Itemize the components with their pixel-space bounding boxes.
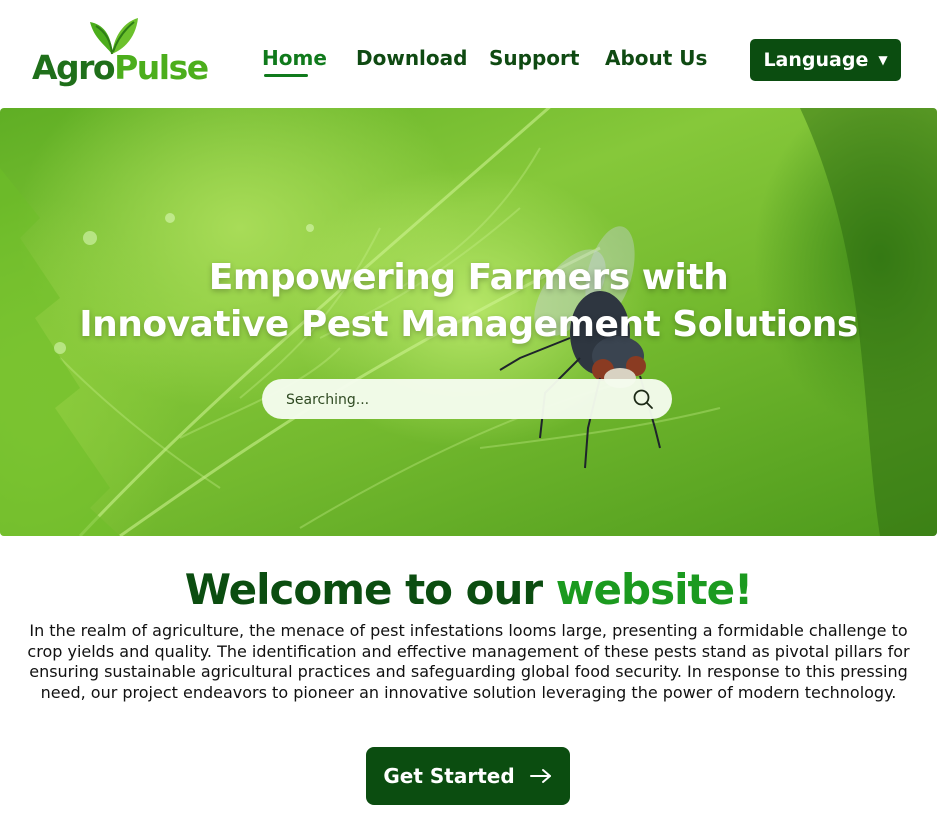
arrow-right-icon xyxy=(529,769,551,783)
welcome-title-part2: website! xyxy=(555,565,753,614)
welcome-title: Welcome to our website! xyxy=(0,563,937,617)
get-started-button[interactable]: Get Started xyxy=(366,747,570,805)
language-label: Language xyxy=(763,49,869,71)
brand-name-part2: Pulse xyxy=(114,48,209,87)
nav-home[interactable]: Home xyxy=(262,44,327,77)
search-icon[interactable] xyxy=(632,388,654,410)
nav-download[interactable]: Download xyxy=(356,44,467,74)
search-bar xyxy=(262,379,672,419)
caret-down-icon: ▼ xyxy=(878,53,888,67)
logo[interactable]: AgroPulse xyxy=(32,8,209,88)
page: AgroPulse Home Download Support About Us… xyxy=(0,0,937,824)
language-button[interactable]: Language ▼ xyxy=(750,39,901,81)
welcome-title-part1: Welcome to our xyxy=(184,565,543,614)
hero-title-line1: Empowering Farmers with xyxy=(208,257,729,298)
brand-name-part1: Agro xyxy=(32,48,116,87)
welcome-description: In the realm of agriculture, the menace … xyxy=(27,621,910,702)
hero-banner: Empowering Farmers with Innovative Pest … xyxy=(0,108,937,536)
hero-title-line2: Innovative Pest Management Solutions xyxy=(79,304,858,345)
get-started-label: Get Started xyxy=(383,764,515,788)
nav-support[interactable]: Support xyxy=(489,44,579,74)
site-header: AgroPulse Home Download Support About Us… xyxy=(0,0,937,108)
hero-title: Empowering Farmers with Innovative Pest … xyxy=(0,254,937,348)
brand-name: AgroPulse xyxy=(32,48,209,87)
nav-about-us[interactable]: About Us xyxy=(605,44,707,74)
search-input[interactable] xyxy=(284,387,608,413)
